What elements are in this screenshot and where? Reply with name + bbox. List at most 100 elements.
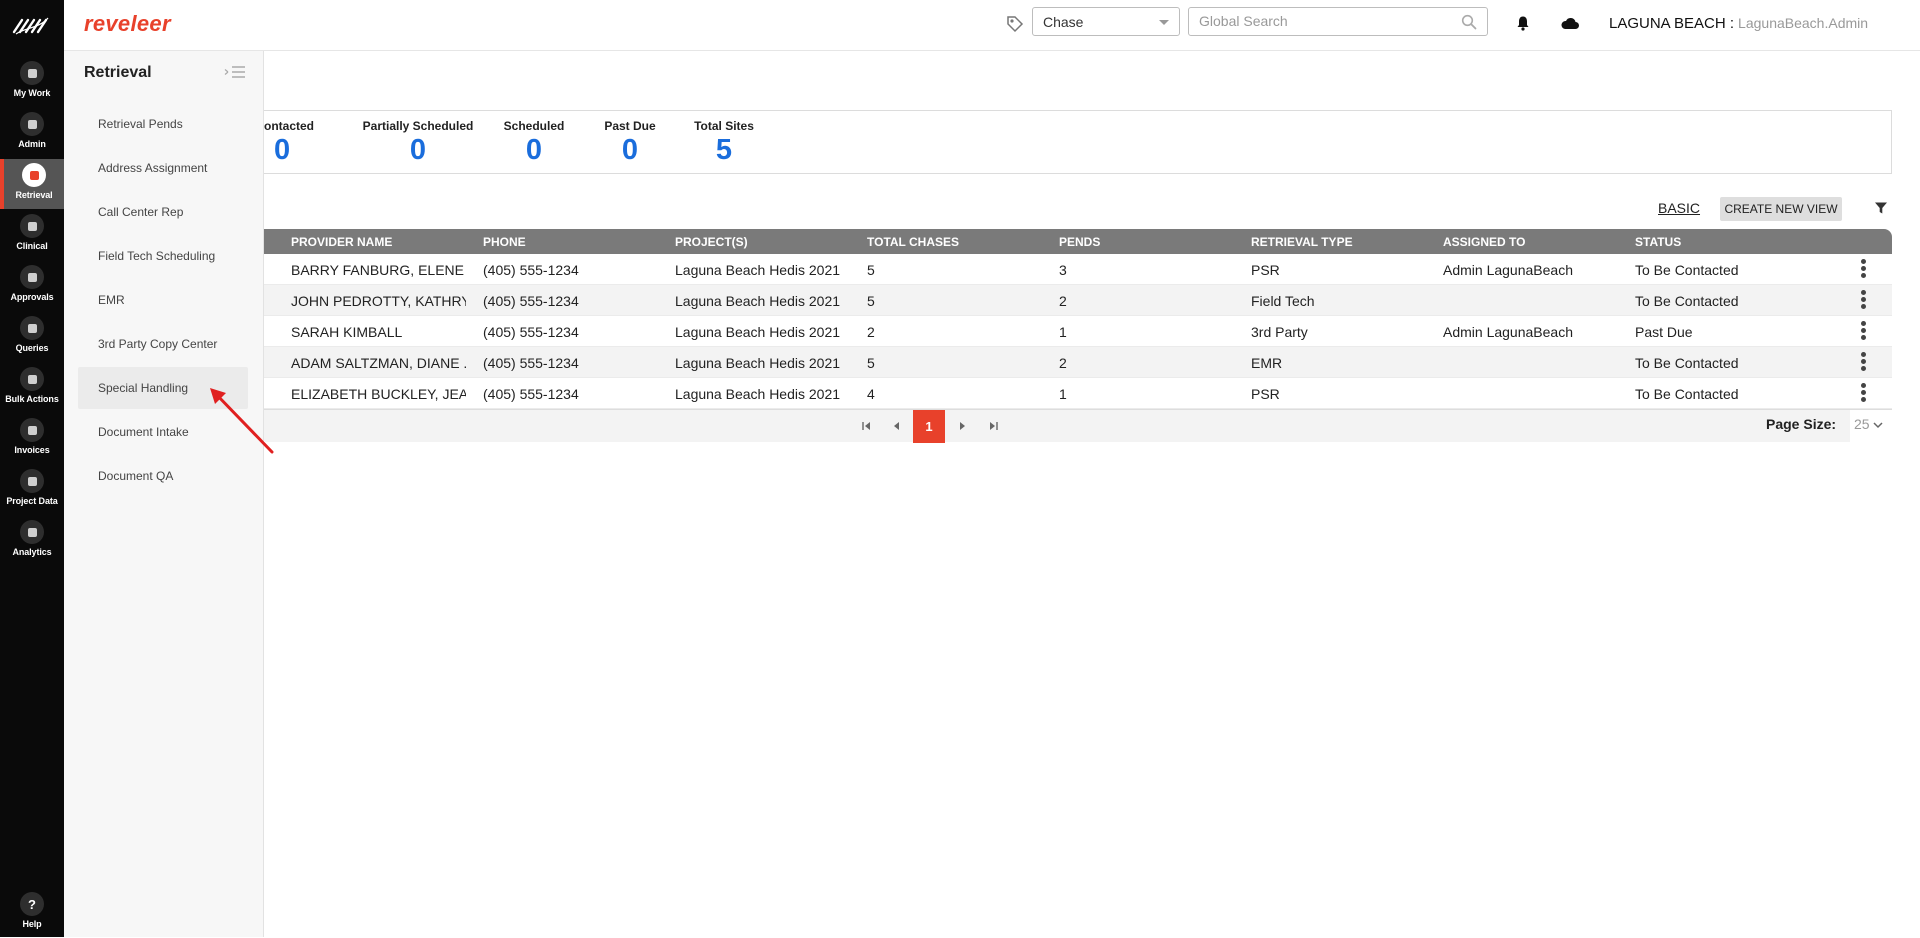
row-actions-icon[interactable] — [1860, 321, 1866, 341]
help-icon: ? — [20, 892, 44, 916]
create-new-view-button[interactable]: CREATE NEW VIEW — [1720, 197, 1842, 221]
rail-item-2[interactable]: Retrieval — [0, 159, 64, 209]
rail-item-4[interactable]: Approvals — [0, 261, 64, 311]
global-search-input[interactable]: Global Search — [1188, 7, 1488, 36]
stat-value[interactable]: 0 — [500, 134, 568, 167]
subnav-title: Retrieval — [84, 64, 152, 81]
cell-project: Laguna Beach Hedis 2021 — [675, 386, 841, 402]
basic-view-link[interactable]: BASIC — [1658, 200, 1700, 216]
table-row[interactable]: JOHN PEDROTTY, KATHRY... (405) 555-1234 La… — [264, 285, 1892, 316]
cell-provider[interactable]: ADAM SALTZMAN, DIANE ... — [291, 355, 466, 371]
main-nav-rail: My Work Admin Retrieval Clinical Approvals Qu… — [0, 0, 64, 937]
document-icon — [20, 316, 44, 340]
previous-page-icon[interactable] — [890, 419, 904, 433]
rail-item-7[interactable]: Invoices — [0, 414, 64, 464]
rail-item-5[interactable]: Queries — [0, 312, 64, 362]
page-size-label: Page Size: — [1766, 416, 1837, 432]
rail-item-1[interactable]: Admin — [0, 108, 64, 158]
column-header[interactable]: RETRIEVAL TYPE — [1251, 235, 1353, 249]
column-header[interactable]: PENDS — [1059, 235, 1100, 249]
stat-value[interactable]: 0 — [264, 134, 324, 167]
rail-label: Analytics — [12, 547, 52, 557]
subnav-item[interactable]: Retrieval Pends — [78, 103, 248, 145]
cell-provider[interactable]: ELIZABETH BUCKLEY, JEA... — [291, 386, 466, 402]
cell-provider[interactable]: SARAH KIMBALL — [291, 324, 466, 340]
rail-item-9[interactable]: Analytics — [0, 516, 64, 566]
stat-value[interactable]: 0 — [356, 134, 480, 167]
user-name: LagunaBeach.Admin — [1738, 15, 1869, 31]
rail-label: Clinical — [16, 241, 48, 251]
stat-card: ontacted 0 — [264, 119, 324, 167]
rail-item-3[interactable]: Clinical — [0, 210, 64, 260]
row-actions-icon[interactable] — [1860, 352, 1866, 372]
cell-status: To Be Contacted — [1635, 293, 1739, 309]
column-header[interactable]: STATUS — [1635, 235, 1681, 249]
last-page-icon[interactable] — [986, 419, 1000, 433]
column-header[interactable]: PROJECT(S) — [675, 235, 748, 249]
top-header: reveleer Chase Global Search LAGUNA BEAC… — [64, 0, 1920, 51]
bell-icon[interactable] — [1515, 15, 1531, 31]
cell-status: To Be Contacted — [1635, 262, 1739, 278]
cell-total: 5 — [867, 262, 875, 278]
brand-logo[interactable]: reveleer — [84, 11, 171, 37]
page-size-select[interactable]: 25 — [1850, 410, 1892, 443]
icon-glyph — [27, 119, 37, 129]
table-row[interactable]: ELIZABETH BUCKLEY, JEA... (405) 555-1234 L… — [264, 378, 1892, 409]
filter-icon[interactable] — [1874, 201, 1888, 215]
organization-user[interactable]: LAGUNA BEACH : LagunaBeach.Admin — [1609, 15, 1868, 32]
rail-label: Admin — [18, 139, 46, 149]
cell-pends: 3 — [1059, 262, 1067, 278]
cell-project: Laguna Beach Hedis 2021 — [675, 324, 841, 340]
cell-status: To Be Contacted — [1635, 355, 1739, 371]
cell-phone: (405) 555-1234 — [483, 324, 579, 340]
subnav-item[interactable]: EMR — [78, 279, 248, 321]
layers-icon — [20, 367, 44, 391]
collapse-menu-icon[interactable] — [224, 65, 246, 79]
rail-label: Approvals — [10, 292, 54, 302]
retrieval-subnav-panel: Retrieval Retrieval Pends Address Assignm… — [64, 51, 264, 937]
current-page-button[interactable]: 1 — [913, 410, 945, 443]
table-row[interactable]: ADAM SALTZMAN, DIANE ... (405) 555-1234 La… — [264, 347, 1892, 378]
column-header[interactable]: PHONE — [483, 235, 526, 249]
subnav-item[interactable]: Document QA — [78, 455, 248, 497]
icon-glyph — [27, 323, 37, 333]
column-header[interactable]: ASSIGNED TO — [1443, 235, 1525, 249]
stat-value[interactable]: 5 — [687, 134, 761, 167]
first-page-icon[interactable] — [860, 419, 874, 433]
stat-label: ontacted — [264, 119, 315, 133]
column-header[interactable]: TOTAL CHASES — [867, 235, 959, 249]
table-row[interactable]: SARAH KIMBALL (405) 555-1234 Laguna Beach … — [264, 316, 1892, 347]
rail-item-help[interactable]: ? Help — [0, 888, 64, 938]
next-page-icon[interactable] — [955, 419, 969, 433]
subnav-item[interactable]: Address Assignment — [78, 147, 248, 189]
icon-glyph — [27, 476, 37, 486]
page-size-value: 25 — [1854, 416, 1870, 432]
search-icon[interactable] — [1461, 14, 1477, 30]
cell-provider[interactable]: JOHN PEDROTTY, KATHRY... — [291, 293, 466, 309]
tag-icon[interactable] — [1005, 14, 1025, 34]
stat-card: Scheduled 0 — [500, 119, 568, 167]
cell-total: 5 — [867, 355, 875, 371]
app-logo-icon[interactable] — [12, 14, 52, 36]
rail-item-8[interactable]: Project Data — [0, 465, 64, 515]
rail-label: Invoices — [14, 445, 50, 455]
chevron-down-icon — [1873, 422, 1883, 429]
cloud-icon[interactable] — [1560, 15, 1580, 31]
rail-item-6[interactable]: Bulk Actions — [0, 363, 64, 413]
arrow-right-circle-icon — [22, 163, 46, 187]
table-row[interactable]: BARRY FANBURG, ELENE ... (405) 555-1234 La… — [264, 254, 1892, 285]
cell-provider[interactable]: BARRY FANBURG, ELENE ... — [291, 262, 466, 278]
home-icon — [20, 61, 44, 85]
cell-pends: 2 — [1059, 293, 1067, 309]
subnav-item[interactable]: Field Tech Scheduling — [78, 235, 248, 277]
row-actions-icon[interactable] — [1860, 383, 1866, 403]
column-header[interactable]: PROVIDER NAME — [291, 235, 392, 249]
subnav-item[interactable]: Call Center Rep — [78, 191, 248, 233]
entity-type-select[interactable]: Chase — [1032, 7, 1180, 36]
subnav-item[interactable]: 3rd Party Copy Center — [78, 323, 248, 365]
row-actions-icon[interactable] — [1860, 290, 1866, 310]
rail-item-0[interactable]: My Work — [0, 57, 64, 107]
stat-value[interactable]: 0 — [599, 134, 661, 167]
row-actions-icon[interactable] — [1860, 259, 1866, 279]
cell-phone: (405) 555-1234 — [483, 262, 579, 278]
